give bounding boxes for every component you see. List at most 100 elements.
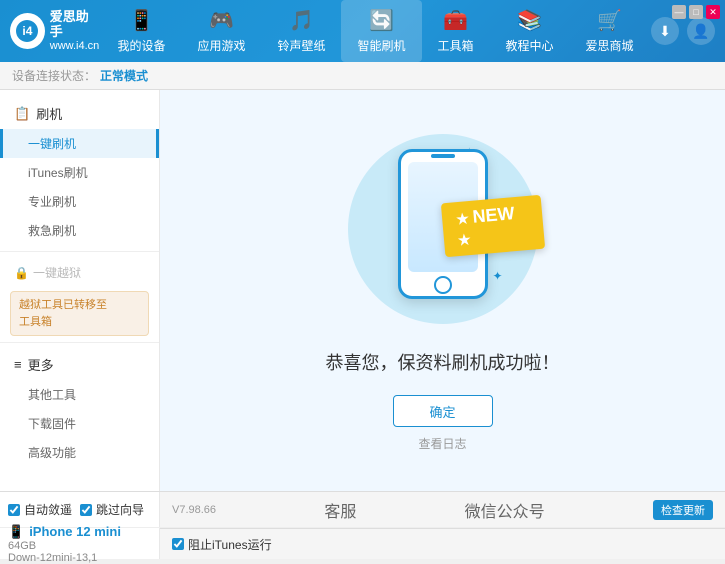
itunes-flash-label: iTunes刷机 bbox=[28, 166, 88, 180]
toolbox-icon: 🧰 bbox=[443, 8, 468, 33]
phone-speaker bbox=[431, 154, 455, 158]
nav-store[interactable]: 🛒 爱思商城 bbox=[570, 0, 650, 62]
status-value: 正常模式 bbox=[100, 67, 148, 84]
sidebar-notice: 越狱工具已转移至工具箱 bbox=[10, 291, 149, 336]
wechat-link[interactable]: 微信公众号 bbox=[465, 498, 545, 522]
nav-apps-games-label: 应用游戏 bbox=[197, 37, 245, 54]
check-update-button[interactable]: 检查更新 bbox=[653, 500, 713, 520]
advanced-label: 高级功能 bbox=[28, 446, 76, 460]
flash-section-label: 刷机 bbox=[36, 104, 62, 123]
my-device-icon: 📱 bbox=[129, 8, 154, 33]
pro-flash-label: 专业刷机 bbox=[28, 195, 76, 209]
sidebar-item-one-key-flash[interactable]: 一键刷机 bbox=[0, 129, 159, 158]
checkbox-skip-wizard[interactable]: 跳过向导 bbox=[80, 501, 144, 518]
status-bar: 设备连接状态： 正常模式 bbox=[0, 62, 725, 90]
window-controls: — □ ✕ bbox=[672, 5, 720, 19]
close-button[interactable]: ✕ bbox=[706, 5, 720, 19]
more-section-label: 更多 bbox=[28, 355, 54, 374]
auto-connect-checkbox[interactable] bbox=[8, 504, 20, 516]
nav-my-device[interactable]: 📱 我的设备 bbox=[101, 0, 181, 62]
secondary-link[interactable]: 查看日志 bbox=[418, 435, 466, 452]
sidebar-disabled-jailbreak: 🔒 一键越狱 bbox=[0, 258, 159, 287]
device-name: iPhone 12 mini bbox=[29, 524, 121, 539]
save-flash-label: 救急刷机 bbox=[28, 224, 76, 238]
itunes-status-bar: 阻止iTunes运行 bbox=[160, 528, 725, 559]
store-icon: 🛒 bbox=[597, 8, 622, 33]
device-panel: 📱 iPhone 12 mini 64GB Down-12mini-13,1 bbox=[0, 528, 160, 559]
sidebar-divider-1 bbox=[0, 251, 159, 252]
one-key-flash-label: 一键刷机 bbox=[28, 137, 76, 151]
main-layout: 📋 刷机 一键刷机 iTunes刷机 专业刷机 救急刷机 🔒 一键越狱 越狱工具… bbox=[0, 90, 725, 491]
nav-apps-games[interactable]: 🎮 应用游戏 bbox=[181, 0, 261, 62]
sidebar-section-more: ≡ 更多 bbox=[0, 349, 159, 380]
ringtones-icon: 🎵 bbox=[289, 8, 314, 33]
auto-connect-label: 自动敛遥 bbox=[24, 501, 72, 518]
sidebar-item-itunes-flash[interactable]: iTunes刷机 bbox=[0, 158, 159, 187]
app-url: www.i4.cn bbox=[50, 40, 100, 53]
sidebar: 📋 刷机 一键刷机 iTunes刷机 专业刷机 救急刷机 🔒 一键越狱 越狱工具… bbox=[0, 90, 160, 491]
jailbreak-label: 一键越狱 bbox=[33, 264, 81, 281]
apps-games-icon: 🎮 bbox=[209, 8, 234, 33]
bottom-top-right: V7.98.66 客服 微信公众号 检查更新 bbox=[160, 492, 725, 527]
nav-ringtones-label: 铃声壁纸 bbox=[277, 37, 325, 54]
sparkle-3: ✦ bbox=[493, 269, 503, 283]
phone-home-btn bbox=[434, 276, 452, 294]
skip-wizard-checkbox[interactable] bbox=[80, 504, 92, 516]
bottom-checkbox-area: 自动敛遥 跳过向导 bbox=[0, 492, 160, 527]
device-firmware: Down-12mini-13,1 bbox=[8, 552, 151, 564]
nav-toolbox-label: 工具箱 bbox=[438, 37, 474, 54]
confirm-button[interactable]: 确定 bbox=[393, 395, 493, 427]
app-name: 爱思助手 bbox=[50, 9, 100, 40]
checkbox-auto-connect[interactable]: 自动敛遥 bbox=[8, 501, 72, 518]
bottom-bottom-row: 📱 iPhone 12 mini 64GB Down-12mini-13,1 阻… bbox=[0, 527, 725, 559]
nav-tutorials[interactable]: 📚 教程中心 bbox=[490, 0, 570, 62]
itunes-status-label: 阻止iTunes运行 bbox=[188, 536, 272, 553]
download-button[interactable]: ⬇ bbox=[651, 17, 679, 45]
phone-small-icon: 📱 bbox=[8, 524, 24, 540]
skip-wizard-label: 跳过向导 bbox=[96, 501, 144, 518]
itunes-status-item[interactable]: 阻止iTunes运行 bbox=[172, 536, 272, 553]
content-area: ✦ ✦ ✦ NEW 恭喜您，保资料刷机成功啦！ 确定 查看日志 bbox=[160, 90, 725, 491]
nav-ringtones[interactable]: 🎵 铃声壁纸 bbox=[261, 0, 341, 62]
sidebar-item-save-flash[interactable]: 救急刷机 bbox=[0, 216, 159, 245]
more-section-icon: ≡ bbox=[14, 357, 22, 372]
new-ribbon: NEW bbox=[440, 195, 544, 258]
sidebar-section-flash: 📋 刷机 bbox=[0, 98, 159, 129]
maximize-button[interactable]: □ bbox=[689, 5, 703, 19]
flash-section-icon: 📋 bbox=[14, 106, 30, 122]
nav-toolbox[interactable]: 🧰 工具箱 bbox=[422, 0, 490, 62]
bottom-top-row: 自动敛遥 跳过向导 V7.98.66 客服 微信公众号 检查更新 bbox=[0, 491, 725, 527]
sidebar-item-pro-flash[interactable]: 专业刷机 bbox=[0, 187, 159, 216]
device-storage: 64GB bbox=[8, 540, 151, 552]
top-right-actions: ⬇ 👤 bbox=[651, 17, 725, 45]
logo-circle: i4 bbox=[10, 13, 45, 49]
minimize-button[interactable]: — bbox=[672, 5, 686, 19]
account-button[interactable]: 👤 bbox=[687, 17, 715, 45]
success-text: 恭喜您，保资料刷机成功啦！ bbox=[326, 349, 560, 375]
nav-smart-flash[interactable]: 🔄 智能刷机 bbox=[341, 0, 421, 62]
logo-symbol: i4 bbox=[16, 20, 38, 42]
version-text: V7.98.66 bbox=[172, 504, 216, 516]
nav-smart-flash-label: 智能刷机 bbox=[357, 37, 405, 54]
sidebar-item-other-tools[interactable]: 其他工具 bbox=[0, 380, 159, 409]
lock-icon: 🔒 bbox=[14, 266, 29, 280]
logo-text: 爱思助手 www.i4.cn bbox=[50, 9, 100, 53]
nav-my-device-label: 我的设备 bbox=[117, 37, 165, 54]
sidebar-divider-2 bbox=[0, 342, 159, 343]
status-label: 设备连接状态： bbox=[12, 67, 96, 84]
nav-tutorials-label: 教程中心 bbox=[506, 37, 554, 54]
sidebar-item-advanced[interactable]: 高级功能 bbox=[0, 438, 159, 467]
tutorials-icon: 📚 bbox=[517, 8, 542, 33]
phone-illustration: ✦ ✦ ✦ NEW bbox=[343, 129, 543, 329]
smart-flash-icon: 🔄 bbox=[369, 8, 394, 33]
nav-items: 📱 我的设备 🎮 应用游戏 🎵 铃声壁纸 🔄 智能刷机 🧰 工具箱 📚 教程中心… bbox=[100, 0, 651, 62]
sidebar-item-download-firmware[interactable]: 下载固件 bbox=[0, 409, 159, 438]
other-tools-label: 其他工具 bbox=[28, 388, 76, 402]
full-bottom: 自动敛遥 跳过向导 V7.98.66 客服 微信公众号 检查更新 📱 iPhon… bbox=[0, 491, 725, 559]
top-bar: — □ ✕ i4 爱思助手 www.i4.cn 📱 我的设备 🎮 应用游戏 🎵 … bbox=[0, 0, 725, 62]
itunes-status-checkbox[interactable] bbox=[172, 538, 184, 550]
logo-area: i4 爱思助手 www.i4.cn bbox=[0, 9, 100, 53]
download-firmware-label: 下载固件 bbox=[28, 417, 76, 431]
customer-service-link[interactable]: 客服 bbox=[324, 498, 356, 522]
nav-store-label: 爱思商城 bbox=[586, 37, 634, 54]
